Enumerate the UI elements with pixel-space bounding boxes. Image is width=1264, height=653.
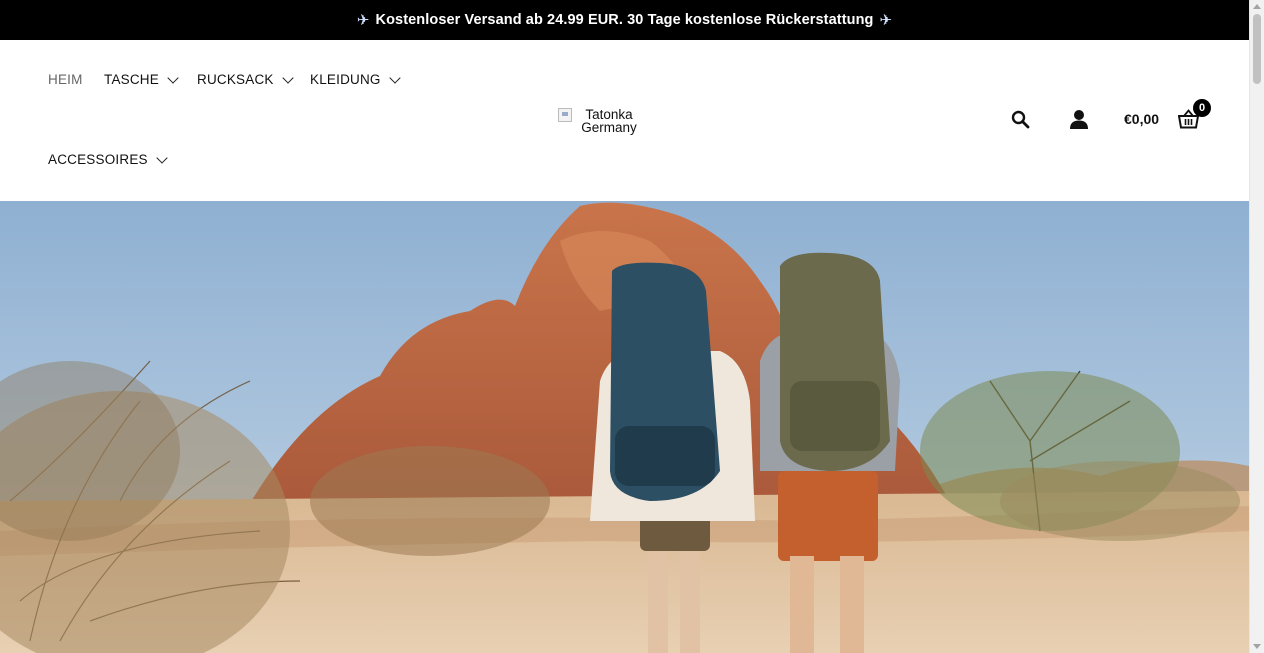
nav-item-label: KLEIDUNG: [310, 72, 381, 87]
site-header: HEIM TASCHE RUCKSACK KLEIDUNG ACCESSOIRE…: [0, 40, 1249, 201]
chevron-down-icon: [281, 71, 294, 84]
nav-item-label: ACCESSOIRES: [48, 152, 148, 167]
scroll-down-arrow-icon[interactable]: [1253, 644, 1261, 649]
nav-item-label: HEIM: [48, 72, 83, 87]
cart-total[interactable]: €0,00: [1124, 111, 1159, 127]
announcement-text: Kostenloser Versand ab 24.99 EUR. 30 Tag…: [375, 12, 874, 28]
scrollbar-thumb[interactable]: [1253, 14, 1261, 84]
chevron-down-icon: [388, 71, 401, 84]
nav-item-heim[interactable]: HEIM: [48, 72, 83, 87]
search-icon[interactable]: [1011, 110, 1030, 134]
chevron-down-icon: [156, 151, 168, 164]
nav-item-tasche[interactable]: TASCHE: [104, 71, 179, 87]
nav-item-label: RUCKSACK: [197, 72, 274, 87]
nav-item-kleidung[interactable]: KLEIDUNG: [310, 71, 401, 87]
scroll-up-arrow-icon[interactable]: [1253, 4, 1261, 9]
hero-illustration: [0, 201, 1249, 653]
site-logo[interactable]: Tatonka Germany: [558, 108, 678, 138]
cart-count-badge: 0: [1193, 99, 1211, 117]
announcement-bar: ✈ Kostenloser Versand ab 24.99 EUR. 30 T…: [0, 0, 1249, 40]
user-icon[interactable]: [1069, 109, 1089, 135]
airplane-icon: ✈: [356, 12, 370, 29]
logo-alt-text: Tatonka Germany: [581, 107, 637, 135]
nav-item-label: TASCHE: [104, 72, 159, 87]
hero-photo: [0, 201, 1249, 653]
broken-image-icon: [558, 108, 572, 122]
nav-item-accessoires[interactable]: ACCESSOIRES: [48, 151, 168, 167]
page: ✈ Kostenloser Versand ab 24.99 EUR. 30 T…: [0, 0, 1249, 653]
page-scrollbar[interactable]: [1249, 0, 1264, 653]
chevron-down-icon: [167, 71, 179, 84]
airplane-icon: ✈: [879, 12, 893, 29]
nav-item-rucksack[interactable]: RUCKSACK: [197, 71, 294, 87]
